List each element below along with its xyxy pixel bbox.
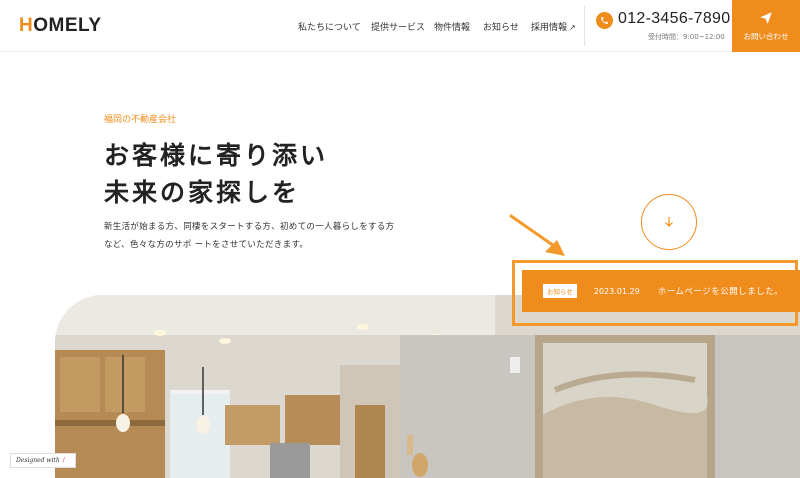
phone-number[interactable]: 012-3456-7890 (618, 10, 730, 28)
logo[interactable]: HOMELY (19, 15, 102, 37)
nav-news[interactable]: お知らせ (483, 20, 519, 33)
nav-services[interactable]: 提供サービス (371, 20, 425, 33)
nav-recruit[interactable]: 採用情報 ↗ (531, 20, 576, 33)
header-divider (584, 6, 585, 46)
nav-properties[interactable]: 物件情報 (434, 20, 470, 33)
nav-recruit-label: 採用情報 (531, 23, 568, 33)
paper-plane-icon (760, 11, 772, 24)
nav-about[interactable]: 私たちについて (298, 20, 361, 33)
phone-icon (596, 12, 613, 29)
hero-eyebrow: 福岡の不動産会社 (104, 115, 177, 125)
business-hours: 受付時間：9:00~12:00 (648, 33, 725, 41)
news-badge: お知らせ (543, 284, 577, 298)
annotation-arrow (509, 214, 565, 256)
hero-description-line-2: など、色々な方のサポ ートをさせていただきます。 (104, 240, 309, 250)
hero-headline-line-1: お客様に寄り添い (104, 141, 329, 170)
hero-headline-line-2: 未来の家探しを (104, 178, 301, 207)
external-link-icon: ↗ (569, 23, 576, 32)
news-title[interactable]: ホームページを公開しました。 (658, 285, 784, 297)
hero-description-line-1: 新生活が始まる方、同棲をスタートする方、初めての一人暮らしをする方 (104, 222, 395, 232)
contact-button-label: お問い合わせ (743, 31, 789, 41)
site-header: HOMELY 私たちについて 提供サービス 物件情報 お知らせ 採用情報 ↗ 01… (0, 0, 800, 52)
news-date: 2023.01.29 (593, 286, 640, 296)
scroll-down-button[interactable] (641, 194, 697, 250)
contact-button[interactable]: お問い合わせ (732, 0, 800, 52)
arrow-down-icon (665, 217, 673, 227)
news-banner[interactable]: お知らせ 2023.01.29 ホームページを公開しました。 (522, 270, 800, 312)
designed-with-label: Designed with (16, 457, 60, 464)
pen-icon: / (62, 457, 65, 464)
designed-with-badge[interactable]: Designed with / (10, 453, 76, 468)
